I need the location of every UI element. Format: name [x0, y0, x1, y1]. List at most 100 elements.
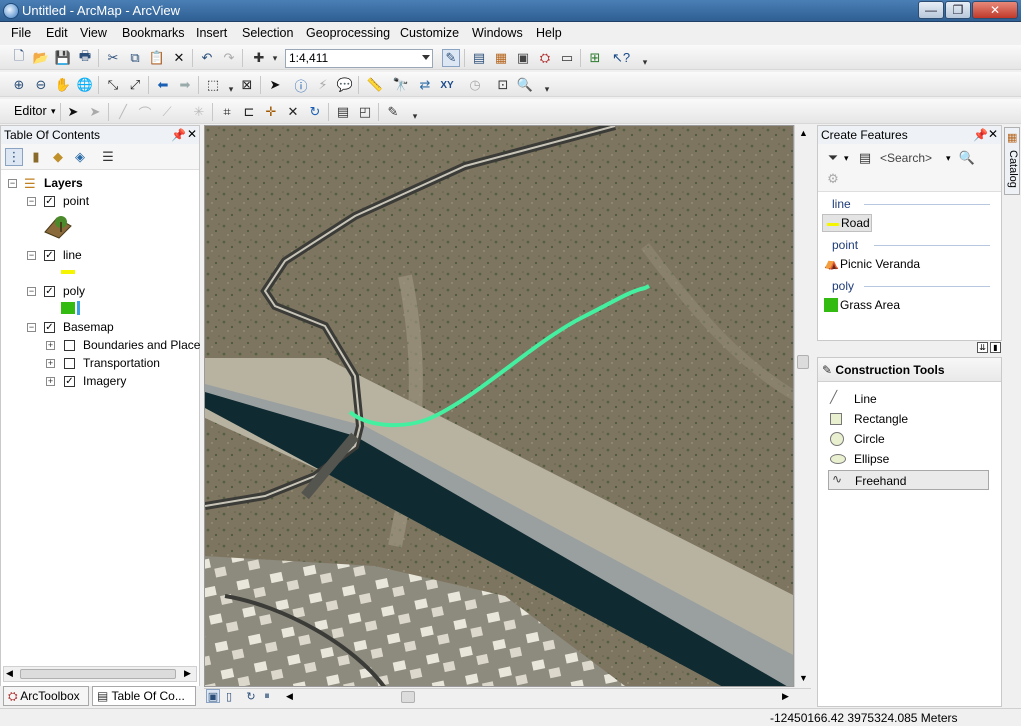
expand-icon[interactable]: + — [46, 377, 55, 386]
collapse-icon[interactable]: − — [27, 287, 36, 296]
pin-icon[interactable]: 📌 — [171, 128, 186, 142]
swipe-binoculars-icon[interactable]: 🔍 — [516, 76, 534, 94]
organize-templates-icon[interactable]: ▤ — [856, 149, 874, 167]
layer-visibility-checkbox[interactable] — [64, 340, 75, 351]
toolbar-options-icon[interactable]: ▾ — [406, 107, 424, 125]
filter-dropdown-icon[interactable]: ▾ — [844, 153, 849, 164]
select-elements-arrow-icon[interactable]: ➤ — [266, 76, 284, 94]
open-folder-icon[interactable]: 📂 — [32, 49, 50, 67]
collapse-icon[interactable]: − — [8, 179, 17, 188]
scrollbar-thumb[interactable] — [20, 669, 176, 679]
tab-table-of-contents[interactable]: ▤ Table Of Co... — [92, 686, 196, 706]
menu-view[interactable]: View — [80, 26, 107, 40]
print-icon[interactable]: 🖶 — [76, 48, 94, 67]
maximize-button[interactable]: ❐ — [945, 1, 971, 19]
attributes-icon[interactable]: ▤ — [334, 103, 352, 121]
map-display[interactable] — [204, 125, 794, 687]
list-by-drawing-order-icon[interactable]: ⋮ — [5, 148, 23, 166]
scroll-right-icon[interactable]: ▶ — [184, 668, 191, 679]
arctoolbox-icon[interactable]: ⛭ — [536, 49, 554, 67]
go-to-xy-icon[interactable]: XY — [438, 76, 456, 94]
fixed-zoom-out-icon[interactable]: ⤢ — [126, 76, 144, 94]
expand-icon[interactable]: + — [46, 359, 55, 368]
paste-icon[interactable]: 📋 — [148, 49, 166, 67]
layer-visibility-checkbox[interactable]: ✓ — [44, 286, 55, 297]
tab-arctoolbox[interactable]: ⛭ ArcToolbox — [3, 686, 89, 706]
edit-vertices-icon[interactable]: ⌗ — [218, 103, 236, 121]
collapse-icon[interactable]: − — [27, 323, 36, 332]
table-of-contents-icon[interactable]: ▤ — [470, 49, 488, 67]
layer-visibility-checkbox[interactable]: ✓ — [64, 376, 75, 387]
straight-segment-icon[interactable]: ╱ — [114, 103, 132, 121]
sketch-properties-icon[interactable]: ◰ — [356, 103, 374, 121]
search-dropdown-icon[interactable]: ▾ — [946, 153, 951, 164]
pin-icon[interactable]: 📌 — [973, 128, 988, 142]
find-route-icon[interactable]: ⇄ — [416, 76, 434, 94]
editor-menu[interactable]: Editor — [14, 104, 47, 118]
toolbar-options-icon[interactable]: ▾ — [538, 80, 556, 98]
trace-icon[interactable]: ⟋ — [158, 103, 176, 121]
construction-tool-line[interactable]: ╱ Line — [828, 390, 988, 408]
hyperlink-icon[interactable]: ⚡ — [314, 76, 332, 94]
scroll-up-icon[interactable]: ▲ — [799, 128, 808, 138]
close-icon[interactable]: ✕ — [187, 127, 197, 141]
create-features-window-icon[interactable]: ✎ — [384, 103, 402, 121]
save-icon[interactable]: 💾 — [54, 49, 72, 67]
arcmap-app-icon[interactable] — [3, 3, 19, 19]
select-features-icon[interactable]: ⬚ — [204, 76, 222, 94]
scroll-left-icon[interactable]: ◀ — [6, 668, 13, 679]
scroll-left-icon[interactable]: ◀ — [286, 691, 293, 702]
catalog-window-icon[interactable]: ▦ — [492, 49, 510, 67]
zoom-in-icon[interactable]: ⊕ — [10, 76, 28, 94]
chevron-down-icon[interactable] — [422, 55, 430, 60]
toolbar-options-icon[interactable]: ▾ — [636, 53, 654, 71]
pan-hand-icon[interactable]: ✋ — [54, 76, 72, 94]
menu-customize[interactable]: Customize — [400, 26, 459, 40]
search-icon[interactable]: 🔍 — [958, 149, 976, 167]
menu-insert[interactable]: Insert — [196, 26, 227, 40]
layer-visibility-checkbox[interactable]: ✓ — [44, 196, 55, 207]
go-forward-icon[interactable]: ➡ — [176, 76, 194, 94]
menu-bookmarks[interactable]: Bookmarks — [122, 26, 185, 40]
collapse-icon[interactable]: − — [27, 251, 36, 260]
delete-icon[interactable]: ✕ — [170, 49, 188, 67]
edit-tool-arrow-icon[interactable]: ➤ — [64, 103, 82, 121]
menu-geoprocessing[interactable]: Geoprocessing — [306, 26, 390, 40]
construction-tool-rectangle[interactable]: Rectangle — [828, 410, 988, 428]
data-view-icon[interactable]: ▣ — [206, 689, 220, 703]
scroll-down-icon[interactable]: ▼ — [799, 673, 808, 683]
editor-toolbar-icon[interactable]: ✎ — [442, 49, 460, 67]
scrollbar-thumb[interactable] — [401, 691, 415, 703]
scrollbar-thumb[interactable] — [797, 355, 809, 369]
rotate-tool-icon[interactable]: ↻ — [306, 103, 324, 121]
template-properties-icon[interactable]: ⚙ — [824, 170, 842, 188]
undo-icon[interactable]: ↶ — [198, 49, 216, 67]
whats-this-help-icon[interactable]: ↖? — [612, 49, 630, 67]
show-panel-icon[interactable]: ▮ — [990, 342, 1001, 353]
add-data-dropdown-icon[interactable]: ▾ — [266, 49, 284, 67]
template-search-input[interactable]: <Search> — [880, 151, 932, 165]
template-item-grass-area[interactable]: Grass Area — [822, 297, 942, 315]
copy-icon[interactable]: ⧉ — [126, 49, 144, 67]
point-icon[interactable]: ✳ — [190, 103, 208, 121]
list-by-visibility-icon[interactable]: ◆ — [49, 148, 67, 166]
go-back-icon[interactable]: ⬅ — [154, 76, 172, 94]
cut-polygons-icon[interactable]: ✛ — [262, 103, 280, 121]
filter-templates-icon[interactable]: ⏷ — [824, 149, 842, 167]
minimize-button[interactable]: — — [918, 1, 944, 19]
find-binoculars-icon[interactable]: 🔭 — [392, 76, 410, 94]
measure-icon[interactable]: 📏 — [366, 76, 384, 94]
construction-tool-circle[interactable]: Circle — [828, 430, 988, 448]
toc-horizontal-scrollbar[interactable]: ◀ ▶ — [3, 666, 197, 682]
menu-help[interactable]: Help — [536, 26, 562, 40]
map-scale-combobox[interactable]: 1:4,411 — [285, 49, 433, 68]
close-button[interactable]: ✕ — [972, 1, 1018, 19]
edit-annotation-icon[interactable]: ➤ — [86, 103, 104, 121]
toc-options-icon[interactable]: ☰ — [99, 148, 117, 166]
time-slider-icon[interactable]: ◷ — [466, 76, 484, 94]
list-by-source-icon[interactable]: ▮ — [27, 148, 45, 166]
split-tool-icon[interactable]: ✕ — [284, 103, 302, 121]
layer-visibility-checkbox[interactable]: ✓ — [44, 250, 55, 261]
clear-selection-icon[interactable]: ⊠ — [238, 76, 256, 94]
redo-icon[interactable]: ↷ — [220, 49, 238, 67]
